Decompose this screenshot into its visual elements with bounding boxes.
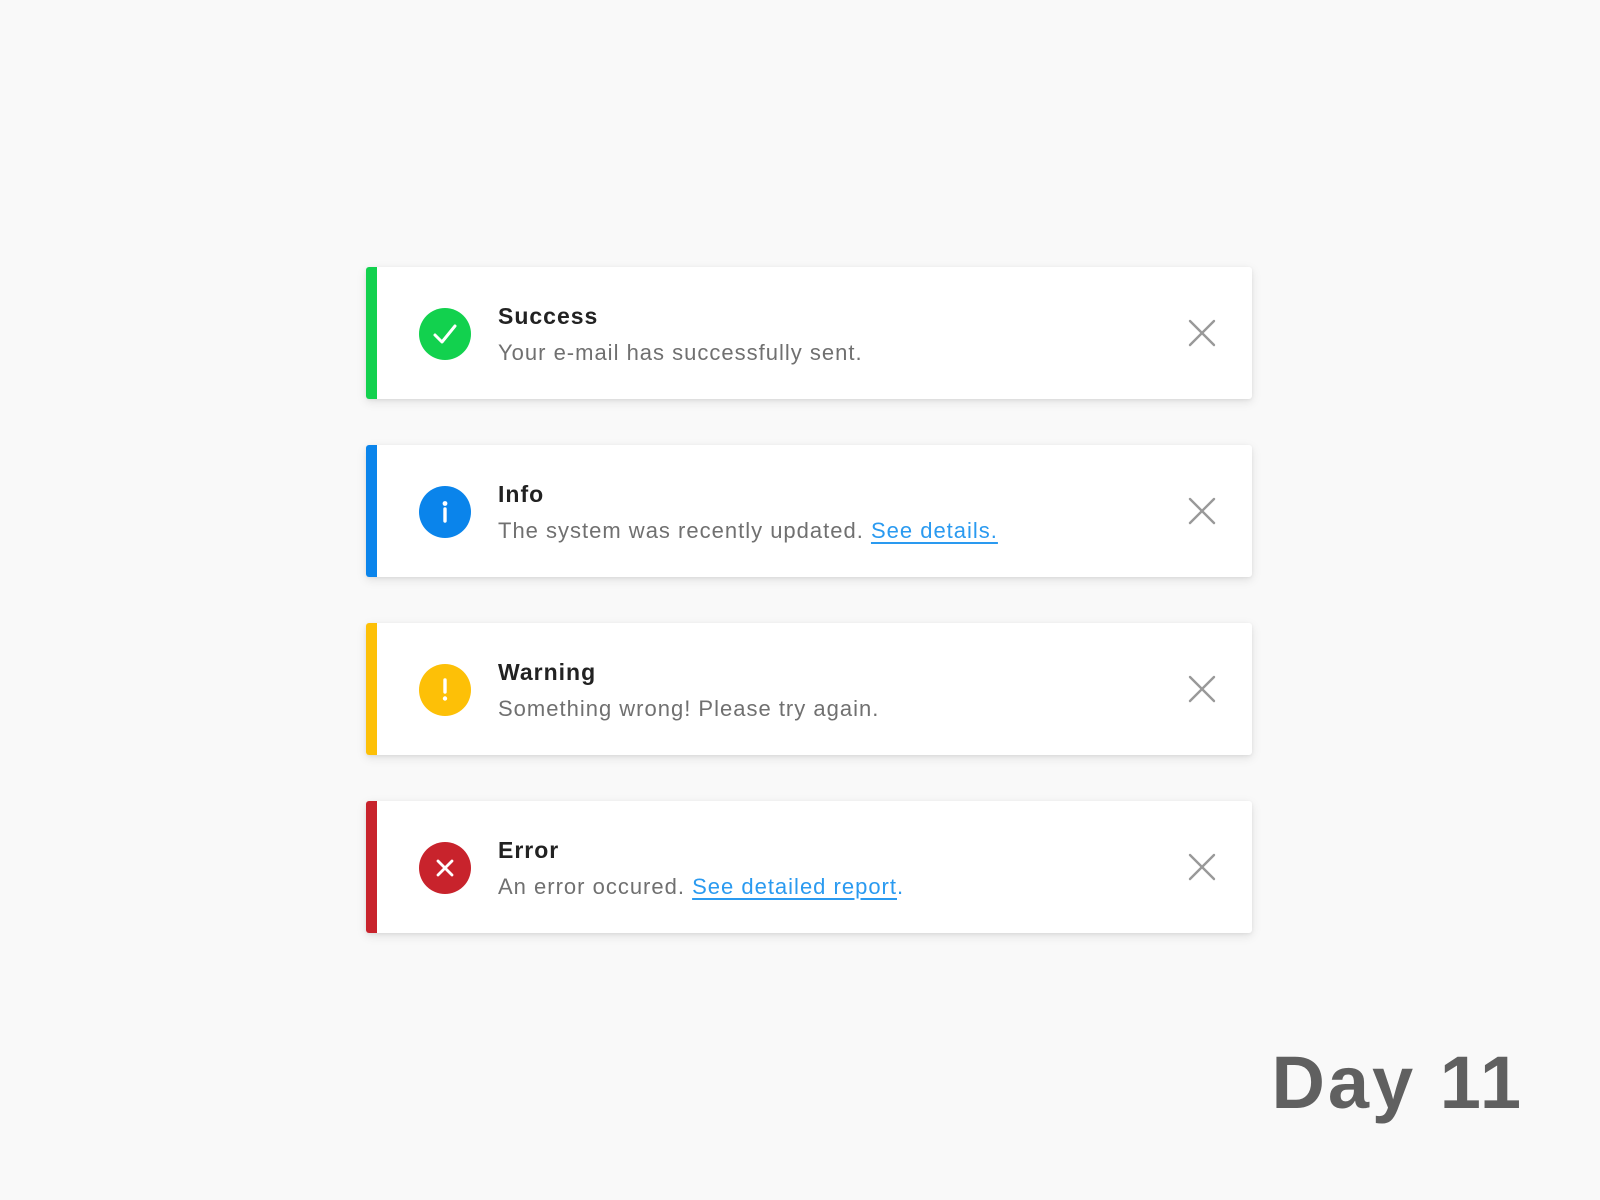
alert-message-line: Something wrong! Please try again. (498, 695, 1112, 723)
alert-accent-bar (366, 623, 377, 755)
close-button[interactable] (1186, 495, 1218, 527)
alert-message: The system was recently updated. (498, 518, 864, 543)
alert-accent-bar (366, 801, 377, 933)
alert-content: Info The system was recently updated. Se… (498, 480, 1112, 545)
close-icon (1188, 675, 1216, 703)
close-button[interactable] (1186, 851, 1218, 883)
alert-message-line: An error occured. See detailed report. (498, 873, 1112, 901)
alert-message: An error occured. (498, 874, 685, 899)
alert-message: Something wrong! Please try again. (498, 696, 880, 721)
alert-warning: Warning Something wrong! Please try agai… (366, 623, 1252, 755)
alert-content: Warning Something wrong! Please try agai… (498, 658, 1112, 723)
alert-content: Error An error occured. See detailed rep… (498, 836, 1112, 901)
alert-message-suffix: . (897, 874, 905, 899)
alert-title: Success (498, 303, 599, 329)
close-icon (1188, 853, 1216, 881)
close-icon (1188, 497, 1216, 525)
alert-list: Success Your e-mail has successfully sen… (366, 267, 1252, 979)
alert-error: Error An error occured. See detailed rep… (366, 801, 1252, 933)
alert-message-line: The system was recently updated. See det… (498, 517, 1112, 545)
alert-content: Success Your e-mail has successfully sen… (498, 302, 1112, 367)
alert-title: Warning (498, 659, 597, 685)
alert-message-line: Your e-mail has successfully sent. (498, 339, 1112, 367)
alert-accent-bar (366, 445, 377, 577)
info-circle-icon (419, 486, 471, 538)
day-label: Day 11 (1271, 1041, 1524, 1124)
see-details-link[interactable]: See details. (871, 518, 998, 543)
alert-accent-bar (366, 267, 377, 399)
alert-success: Success Your e-mail has successfully sen… (366, 267, 1252, 399)
close-button[interactable] (1186, 673, 1218, 705)
close-button[interactable] (1186, 317, 1218, 349)
alert-message: Your e-mail has successfully sent. (498, 340, 863, 365)
alert-title: Info (498, 481, 545, 507)
alert-info: Info The system was recently updated. Se… (366, 445, 1252, 577)
see-detailed-report-link[interactable]: See detailed report (692, 874, 897, 899)
x-circle-icon (419, 842, 471, 894)
check-circle-icon (419, 308, 471, 360)
close-icon (1188, 319, 1216, 347)
exclamation-circle-icon (419, 664, 471, 716)
alert-title: Error (498, 837, 560, 863)
